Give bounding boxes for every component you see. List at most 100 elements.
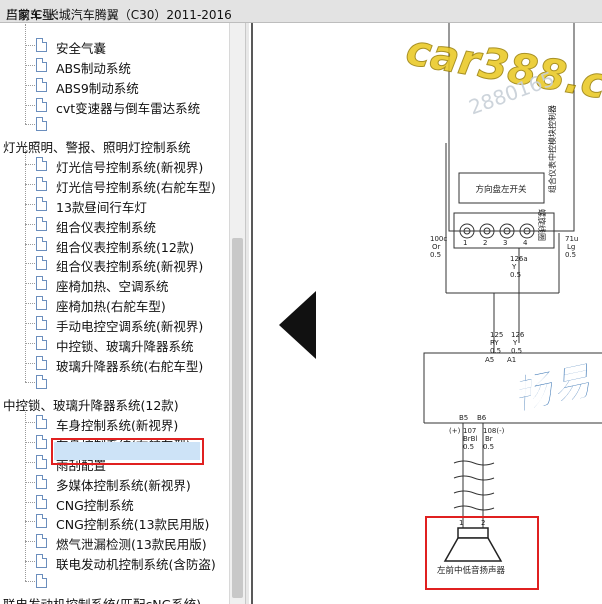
scrollbar-thumb[interactable] [232,238,243,598]
tree-connector-line [25,482,35,483]
tree-item[interactable]: 组合仪表控制系统 [0,215,229,235]
wiring-diagram: 组合仪表中控模块控制器 方向盘左开关 1 2 3 4 螺旋线圈 100c Or … [251,23,602,604]
wire-mid-color: Y [511,263,517,271]
tree-item[interactable]: 手动电控空调系统(新视界) [0,314,229,334]
tree-connector-line [25,184,35,185]
tree-item-label: 灯光信号控制系统(右舵车型) [56,180,216,195]
speaker-wire-left-gauge: 0.5 [463,443,474,451]
tree-item[interactable] [0,572,229,592]
tree-guide-line [25,24,26,124]
tree-item[interactable]: 联电发动机控制系统(含防盗) [0,552,229,572]
tree-item[interactable]: 组合仪表控制系统(12款) [0,235,229,255]
tree-connector-line [25,541,35,542]
tree-connector-line [25,85,35,86]
switch-pin-1: 1 [463,239,467,247]
document-icon [36,117,47,131]
tree-item-label: ABS9制动系统 [56,81,139,96]
document-icon [36,58,47,72]
tree-scrollbar[interactable] [229,23,245,604]
tree-connector-line [25,224,35,225]
module-label: 组合仪表中控模块控制器 [547,105,557,193]
document-icon [36,217,47,231]
tree-connector-line [25,323,35,324]
tree-item[interactable]: CNG控制系统 [0,493,229,513]
selected-item-highlight [51,438,204,465]
switch-pin-3: 3 [503,239,507,247]
tree-item-label: ABS制动系统 [56,61,131,76]
wire-left-color: Or [432,243,441,251]
tree-connector-line [25,244,35,245]
tree-item[interactable]: cvt变速器与倒车雷达系统 [0,96,229,116]
tree-item[interactable]: 玻璃升降器系统(右舵车型) [0,354,229,374]
speaker-pin-2: 2 [481,519,485,527]
document-icon [36,296,47,310]
speaker-wire-right-color: Br [485,435,493,443]
tree-guide-line [25,143,26,382]
tree-folder-label: 中控锁、玻璃升降器系统(12款) [3,398,179,413]
speaker-icon [443,527,503,562]
tree-folder-label: 灯光照明、警报、照明灯控制系统 [3,140,191,155]
document-icon [36,574,47,588]
document-icon [36,475,47,489]
wire-right-color: Lg [567,243,575,251]
tree-connector-line [25,283,35,284]
tree-connector-line [25,45,35,46]
tree-item[interactable]: 中控锁、玻璃升降器系统 [0,334,229,354]
tree-item[interactable]: 安全气囊 [0,36,229,56]
pin-a5: A5 [485,356,494,364]
tree-connector-line [25,462,35,463]
document-icon [36,495,47,509]
tree-item[interactable]: CNG控制系统(13款民用版) [0,512,229,532]
tree-item[interactable]: 组合仪表控制系统(新视界) [0,254,229,274]
chapter-tree[interactable]: 安全气囊 ABS制动系统 ABS9制动系统 cvt变速器与倒车雷达系统灯光照明、警报、… [0,23,229,604]
tree-connector-line [25,422,35,423]
tree-connector-line [25,263,35,264]
previous-page-arrow-icon[interactable] [279,291,316,359]
document-icon [36,237,47,251]
document-icon [36,514,47,528]
tree-item-label: 座椅加热、空调系统 [56,279,169,294]
speaker-wire-left-color: BrBl [463,435,477,443]
tree-connector-line [25,124,35,125]
tree-item[interactable]: 座椅加热、空调系统 [0,274,229,294]
document-icon [36,534,47,548]
title-bar: 当前车型： 厂家:C-长城汽车腾翼（C30）2011-2016 [0,0,602,23]
tree-item-label: 组合仪表控制系统(新视界) [56,259,204,274]
document-icon [36,78,47,92]
document-icon [36,435,47,449]
wire-125-color: RY [490,339,499,347]
tree-item[interactable]: ABS制动系统 [0,56,229,76]
tree-item[interactable]: 燃气泄漏检测(13款民用版) [0,532,229,552]
document-icon [36,356,47,370]
document-icon [36,197,47,211]
tree-connector-line [25,581,35,582]
tree-item[interactable]: 车身控制系统(新视界) [0,413,229,433]
tree-item[interactable]: 座椅加热(右舵车型) [0,294,229,314]
tree-item[interactable]: 灯光信号控制系统(新视界) [0,155,229,175]
tree-item[interactable]: 灯光信号控制系统(右舵车型) [0,175,229,195]
document-icon [36,256,47,270]
tree-item[interactable]: 13款昼间行车灯 [0,195,229,215]
tree-item[interactable] [0,115,229,135]
document-icon [36,316,47,330]
tree-item-label: 组合仪表控制系统 [56,220,157,235]
document-icon [36,415,47,429]
switch-pin-2: 2 [483,239,487,247]
tree-folder-item[interactable]: 灯光照明、警报、照明灯控制系统 [0,135,229,155]
document-icon [36,157,47,171]
tree-item-label: 联电发动机控制系统(含防盗) [56,557,216,572]
tree-folder-item[interactable]: 联电发动机控制系统(匹配cNG系统) [0,592,229,604]
document-icon [36,375,47,389]
tree-item[interactable] [0,373,229,393]
tree-connector-line [25,442,35,443]
tree-folder-item[interactable]: 中控锁、玻璃升降器系统(12款) [0,393,229,413]
tree-item-label: 中控锁、玻璃升降器系统 [56,339,194,354]
document-icon [36,455,47,469]
tree-item[interactable]: ABS9制动系统 [0,76,229,96]
tree-item-label: 多媒体控制系统(新视界) [56,478,191,493]
wire-126-color: Y [512,339,518,347]
connector-pin-b6: B6 [477,414,487,422]
tree-item-label: 燃气泄漏检测(13款民用版) [56,537,207,552]
tree-item[interactable]: 多媒体控制系统(新视界) [0,473,229,493]
switch-label: 方向盘左开关 [475,184,527,195]
